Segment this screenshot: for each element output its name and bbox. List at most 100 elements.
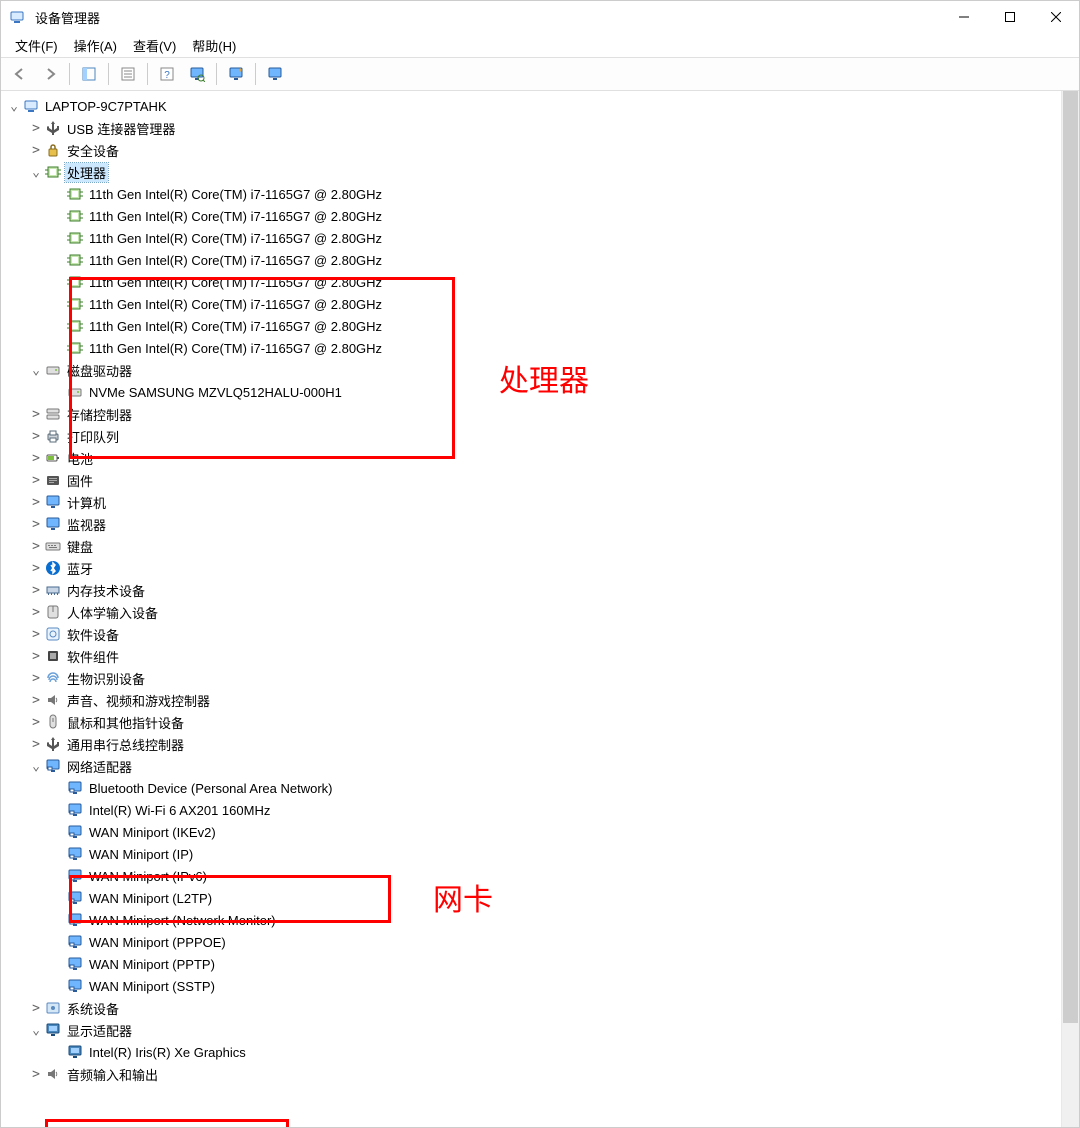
device-item[interactable]: >11th Gen Intel(R) Core(TM) i7-1165G7 @ … [51,271,1079,293]
expand-toggle[interactable]: > [29,737,43,751]
device-item[interactable]: >Intel(R) Wi-Fi 6 AX201 160MHz [51,799,1079,821]
expand-toggle[interactable]: > [29,539,43,553]
category-monitors[interactable]: >监视器 [29,513,1079,535]
menu-view[interactable]: 查看(V) [125,34,184,57]
expand-toggle[interactable]: > [29,649,43,663]
expand-toggle[interactable]: > [29,473,43,487]
category-hid[interactable]: >人体学输入设备 [29,601,1079,623]
category-audio_io[interactable]: >音频输入和输出 [29,1063,1079,1085]
toolbar-back-button[interactable] [7,61,33,87]
disk-icon [45,362,61,378]
category-usb_controllers[interactable]: >通用串行总线控制器 [29,733,1079,755]
toolbar-add-legacy-button[interactable] [223,61,249,87]
category-disk_drives[interactable]: ⌄磁盘驱动器 [29,359,1079,381]
menu-help[interactable]: 帮助(H) [184,34,244,57]
device-item[interactable]: >11th Gen Intel(R) Core(TM) i7-1165G7 @ … [51,315,1079,337]
expand-toggle[interactable]: > [29,583,43,597]
sw-icon [45,626,61,642]
vertical-scrollbar[interactable] [1061,91,1079,1127]
category-display_adapters[interactable]: ⌄显示适配器 [29,1019,1079,1041]
device-item[interactable]: >11th Gen Intel(R) Core(TM) i7-1165G7 @ … [51,293,1079,315]
expand-toggle[interactable]: > [29,407,43,421]
device-item[interactable]: >11th Gen Intel(R) Core(TM) i7-1165G7 @ … [51,227,1079,249]
category-firmware[interactable]: >固件 [29,469,1079,491]
device-item[interactable]: >11th Gen Intel(R) Core(TM) i7-1165G7 @ … [51,183,1079,205]
expand-toggle[interactable]: > [29,451,43,465]
menu-action[interactable]: 操作(A) [66,34,125,57]
expand-toggle[interactable]: > [29,495,43,509]
expand-toggle[interactable]: ⌄ [29,759,43,773]
category-bluetooth[interactable]: >蓝牙 [29,557,1079,579]
annotation-box-gpu [45,1119,289,1127]
expand-toggle[interactable]: > [29,1001,43,1015]
tree-item-label: 11th Gen Intel(R) Core(TM) i7-1165G7 @ 2… [87,341,384,356]
toolbar-help-button[interactable]: ? [154,61,180,87]
category-software_components[interactable]: >软件组件 [29,645,1079,667]
category-usb_connector_mgr[interactable]: > USB 连接器管理器 [29,117,1079,139]
expand-toggle[interactable]: ⌄ [29,1023,43,1037]
device-item[interactable]: >Bluetooth Device (Personal Area Network… [51,777,1079,799]
device-item[interactable]: >11th Gen Intel(R) Core(TM) i7-1165G7 @ … [51,205,1079,227]
expand-toggle[interactable]: > [29,715,43,729]
toolbar-forward-button[interactable] [37,61,63,87]
expand-toggle[interactable]: > [29,561,43,575]
device-item[interactable]: >11th Gen Intel(R) Core(TM) i7-1165G7 @ … [51,337,1079,359]
cpu-icon [67,230,83,246]
category-processors[interactable]: ⌄处理器 [29,161,1079,183]
device-item[interactable]: >WAN Miniport (IKEv2) [51,821,1079,843]
expand-toggle[interactable]: > [29,429,43,443]
expand-toggle[interactable]: > [29,121,43,135]
expand-toggle[interactable]: > [29,517,43,531]
category-computer[interactable]: >计算机 [29,491,1079,513]
device-item[interactable]: >WAN Miniport (Network Monitor) [51,909,1079,931]
device-item[interactable]: >WAN Miniport (IPv6) [51,865,1079,887]
category-security_devices[interactable]: >安全设备 [29,139,1079,161]
category-keyboards[interactable]: >键盘 [29,535,1079,557]
tree-root[interactable]: ⌄ LAPTOP-9C7PTAHK [7,95,1079,117]
toolbar-devices-printers-button[interactable] [262,61,288,87]
maximize-button[interactable] [987,1,1033,33]
mouse-icon [45,714,61,730]
expand-toggle[interactable]: > [29,627,43,641]
category-memory_tech[interactable]: >内存技术设备 [29,579,1079,601]
expand-toggle[interactable]: > [29,1067,43,1081]
device-item[interactable]: >WAN Miniport (IP) [51,843,1079,865]
category-system_devices[interactable]: >系统设备 [29,997,1079,1019]
category-software_devices[interactable]: >软件设备 [29,623,1079,645]
device-tree-panel: ⌄ LAPTOP-9C7PTAHK >USB 连接器管理器>安全设备⌄处理器>1… [1,91,1079,1127]
tree-item-label: WAN Miniport (IPv6) [87,869,209,884]
tree-item-label: NVMe SAMSUNG MZVLQ512HALU-000H1 [87,385,344,400]
category-storage_controllers[interactable]: >存储控制器 [29,403,1079,425]
category-biometric[interactable]: >生物识别设备 [29,667,1079,689]
category-batteries[interactable]: > 电池 [29,447,1079,469]
expand-toggle[interactable]: ⌄ [29,363,43,377]
device-item[interactable]: >NVMe SAMSUNG MZVLQ512HALU-000H1 [51,381,1079,403]
expand-toggle[interactable]: > [29,671,43,685]
expand-toggle[interactable]: > [29,605,43,619]
scrollbar-thumb[interactable] [1063,91,1078,1023]
device-item[interactable]: >WAN Miniport (SSTP) [51,975,1079,997]
category-sound_video_game[interactable]: >声音、视频和游戏控制器 [29,689,1079,711]
expand-toggle[interactable]: > [29,693,43,707]
device-item[interactable]: >11th Gen Intel(R) Core(TM) i7-1165G7 @ … [51,249,1079,271]
toolbar-properties-button[interactable] [115,61,141,87]
toolbar-show-hide-tree-button[interactable] [76,61,102,87]
category-print_queues[interactable]: >打印队列 [29,425,1079,447]
expand-toggle[interactable]: ⌄ [29,165,43,179]
close-button[interactable] [1033,1,1079,33]
category-mice[interactable]: >鼠标和其他指针设备 [29,711,1079,733]
menu-file[interactable]: 文件(F) [7,34,66,57]
category-network_adapters[interactable]: ⌄网络适配器 [29,755,1079,777]
device-item[interactable]: >WAN Miniport (PPPOE) [51,931,1079,953]
expand-toggle[interactable]: ⌄ [7,99,21,113]
minimize-button[interactable] [941,1,987,33]
device-item[interactable]: >WAN Miniport (PPTP) [51,953,1079,975]
tree-item-label: 11th Gen Intel(R) Core(TM) i7-1165G7 @ 2… [87,319,384,334]
device-item[interactable]: >Intel(R) Iris(R) Xe Graphics [51,1041,1079,1063]
tree-item-label: USB 连接器管理器 [65,119,177,138]
toolbar-scan-button[interactable] [184,61,210,87]
display-icon [45,1022,61,1038]
expand-toggle[interactable]: > [29,143,43,157]
device-item[interactable]: >WAN Miniport (L2TP) [51,887,1079,909]
tree-item-label: 电池 [65,449,95,468]
